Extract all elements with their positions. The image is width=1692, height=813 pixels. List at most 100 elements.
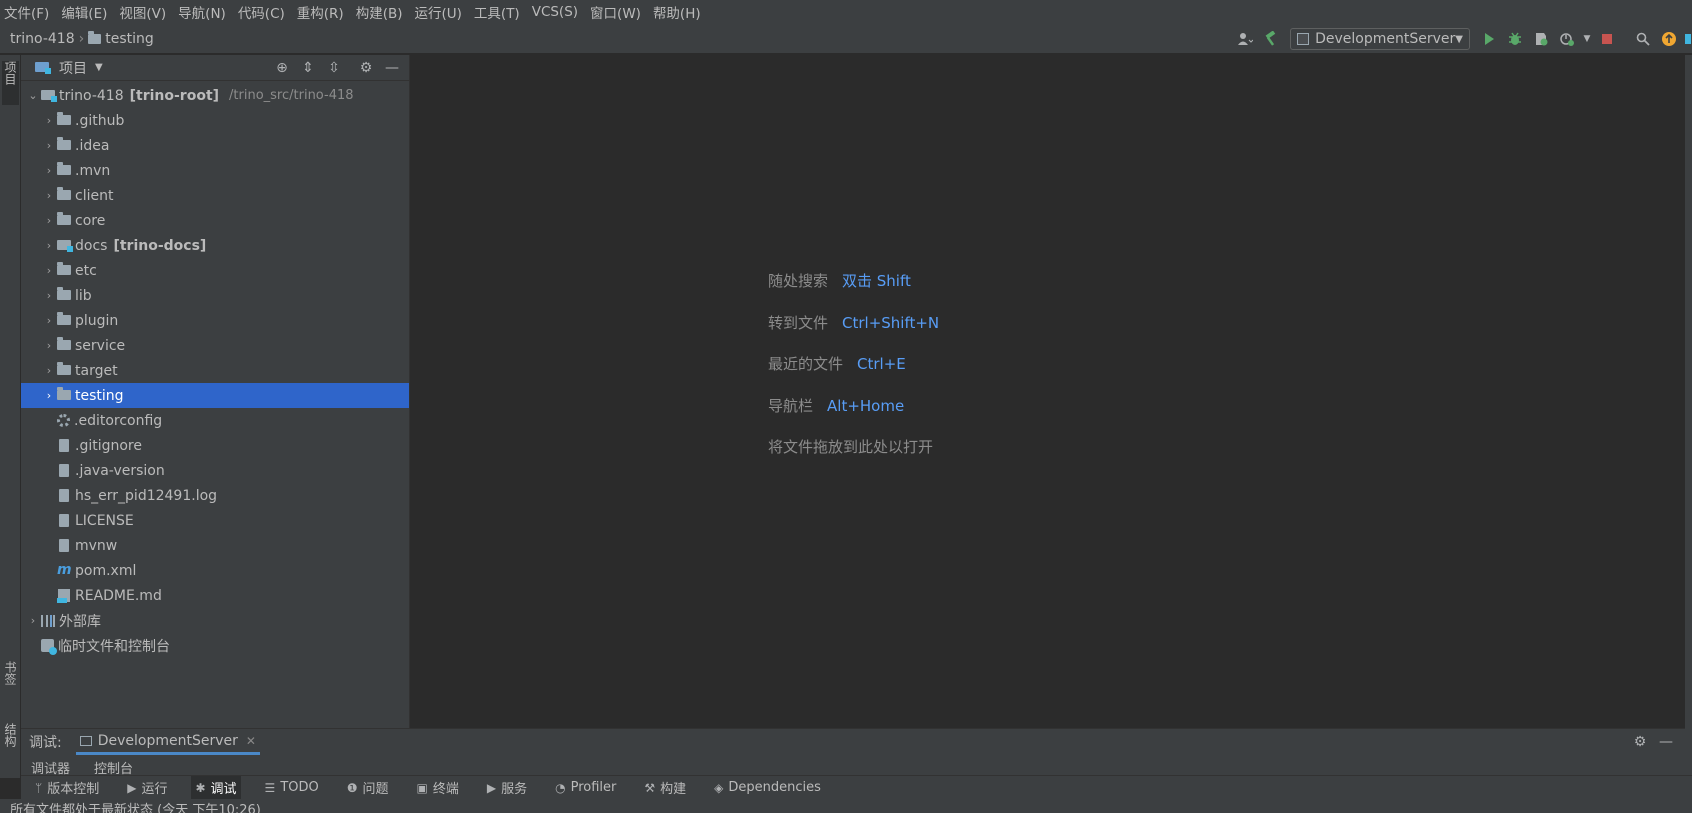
tab-problems[interactable]: ❶ 问题 (343, 776, 393, 800)
menu-refactor[interactable]: 重构(R) (297, 2, 344, 22)
tree-item-label: .java-version (75, 462, 165, 479)
user-icon[interactable] (1234, 28, 1256, 50)
hammer-icon[interactable] (1260, 28, 1282, 50)
tree-external-libraries[interactable]: › 外部库 (21, 608, 409, 633)
profile-icon[interactable] (1556, 28, 1578, 50)
breadcrumb-separator: › (78, 30, 85, 47)
tree-item[interactable]: › lib (21, 283, 409, 308)
tree-item[interactable]: › etc (21, 258, 409, 283)
tree-item[interactable]: README.md (21, 583, 409, 608)
chevron-right-icon[interactable]: › (41, 189, 57, 202)
gear-icon[interactable]: ⚙ (355, 57, 377, 79)
menu-window[interactable]: 窗口(W) (590, 2, 641, 22)
debug-session-tab[interactable]: DevelopmentServer ✕ (75, 729, 260, 755)
chevron-right-icon[interactable]: › (41, 364, 57, 377)
tree-item[interactable]: .gitignore (21, 433, 409, 458)
tree-item[interactable]: .java-version (21, 458, 409, 483)
chevron-right-icon[interactable]: › (41, 114, 57, 127)
tab-version-control[interactable]: ᛘ 版本控制 (31, 776, 103, 800)
hide-icon[interactable]: — (1655, 731, 1677, 753)
chevron-right-icon[interactable]: › (41, 314, 57, 327)
menu-file[interactable]: 文件(F) (4, 2, 49, 22)
tree-item[interactable]: › docs [trino-docs] (21, 233, 409, 258)
tab-build[interactable]: ⚒ 构建 (640, 776, 690, 800)
tree-item[interactable]: hs_err_pid12491.log (21, 483, 409, 508)
menu-navigate[interactable]: 导航(N) (178, 2, 226, 22)
dependencies-icon: ◈ (714, 780, 724, 795)
menu-tools[interactable]: 工具(T) (474, 2, 520, 22)
subtab-debugger[interactable]: 调试器 (31, 758, 70, 777)
tree-item[interactable]: › service (21, 333, 409, 358)
chevron-right-icon[interactable]: › (25, 614, 41, 627)
hint-search-everywhere: 随处搜索 双击 Shift (768, 270, 911, 291)
menu-build[interactable]: 构建(B) (356, 2, 403, 22)
run-configuration-select[interactable]: DevelopmentServer ▼ (1290, 28, 1470, 50)
tab-todo[interactable]: ☰ TODO (261, 776, 323, 800)
project-panel-title[interactable]: 项目 (59, 58, 87, 78)
tree-item[interactable]: › .mvn (21, 158, 409, 183)
menu-run[interactable]: 运行(U) (415, 2, 462, 22)
menu-view[interactable]: 视图(V) (119, 2, 166, 22)
chevron-down-icon[interactable]: ▼ (95, 62, 103, 73)
chevron-right-icon[interactable]: › (41, 164, 57, 177)
tree-item[interactable]: › target (21, 358, 409, 383)
chevron-right-icon[interactable]: › (41, 139, 57, 152)
tab-debug[interactable]: ✱ 调试 (191, 775, 241, 800)
tree-item[interactable]: mvnw (21, 533, 409, 558)
editor-area[interactable]: 随处搜索 双击 Shift 转到文件 Ctrl+Shift+N 最近的文件 Ctrl+… (411, 55, 1685, 728)
chevron-right-icon[interactable]: › (41, 214, 57, 227)
plugin-icon[interactable] (1684, 28, 1692, 50)
tree-item[interactable]: › .idea (21, 133, 409, 158)
project-tool-tab[interactable]: 项目 (2, 61, 19, 105)
gear-icon[interactable]: ⚙ (1629, 731, 1651, 753)
chevron-down-icon[interactable]: ⌄ (25, 89, 41, 102)
breadcrumb-project[interactable]: trino-418 (10, 31, 75, 47)
chevron-right-icon[interactable]: › (41, 264, 57, 277)
locate-icon[interactable]: ⊕ (271, 57, 293, 79)
tree-item[interactable]: › testing (21, 383, 409, 408)
menu-edit[interactable]: 编辑(E) (61, 2, 107, 22)
project-view-icon (35, 61, 51, 74)
menu-help[interactable]: 帮助(H) (653, 2, 701, 22)
folder-icon (57, 136, 71, 150)
tree-item[interactable]: .editorconfig (21, 408, 409, 433)
breadcrumb-folder[interactable]: testing (105, 31, 154, 47)
tree-item[interactable]: › .github (21, 108, 409, 133)
close-icon[interactable]: ✕ (246, 734, 256, 748)
chevron-right-icon[interactable]: › (41, 339, 57, 352)
chevron-right-icon[interactable]: › (41, 239, 57, 252)
coverage-icon[interactable] (1530, 28, 1552, 50)
tab-dependencies[interactable]: ◈ Dependencies (710, 776, 825, 800)
structure-tool-tab[interactable]: 结构 (2, 723, 19, 747)
chevron-right-icon[interactable]: › (41, 289, 57, 302)
tree-item[interactable]: › core (21, 208, 409, 233)
tree-root[interactable]: ⌄ trino-418 [trino-root] /trino_src/trin… (21, 83, 409, 108)
tree-scratches[interactable]: 临时文件和控制台 (21, 633, 409, 658)
subtab-console[interactable]: 控制台 (94, 758, 133, 777)
tab-label: 服务 (501, 782, 528, 797)
tab-profiler[interactable]: ◔ Profiler (551, 776, 620, 800)
expand-all-icon[interactable]: ⇕ (297, 57, 319, 79)
folder-icon (57, 111, 71, 125)
tab-services[interactable]: ▶ 服务 (483, 776, 531, 800)
root-name: trino-418 (59, 87, 124, 104)
chevron-right-icon[interactable]: › (41, 389, 57, 402)
tree-item[interactable]: LICENSE (21, 508, 409, 533)
collapse-all-icon[interactable]: ⇳ (323, 57, 345, 79)
stop-icon[interactable] (1596, 28, 1618, 50)
menu-code[interactable]: 代码(C) (238, 2, 285, 22)
search-icon[interactable] (1632, 28, 1654, 50)
tree-item[interactable]: m pom.xml (21, 558, 409, 583)
update-icon[interactable] (1658, 28, 1680, 50)
tree-item[interactable]: › plugin (21, 308, 409, 333)
more-run-options-icon[interactable]: ▼ (1582, 28, 1592, 50)
bookmarks-tool-tab[interactable]: 书签 (2, 661, 19, 685)
run-icon[interactable] (1478, 28, 1500, 50)
debug-icon[interactable] (1504, 28, 1526, 50)
tree-item[interactable]: › client (21, 183, 409, 208)
tab-terminal[interactable]: ▣ 终端 (413, 776, 463, 800)
menu-vcs[interactable]: VCS(S) (532, 4, 578, 20)
tab-run[interactable]: ▶ 运行 (123, 776, 171, 800)
hide-icon[interactable]: — (381, 57, 403, 79)
root-module: [trino-root] (129, 87, 220, 104)
